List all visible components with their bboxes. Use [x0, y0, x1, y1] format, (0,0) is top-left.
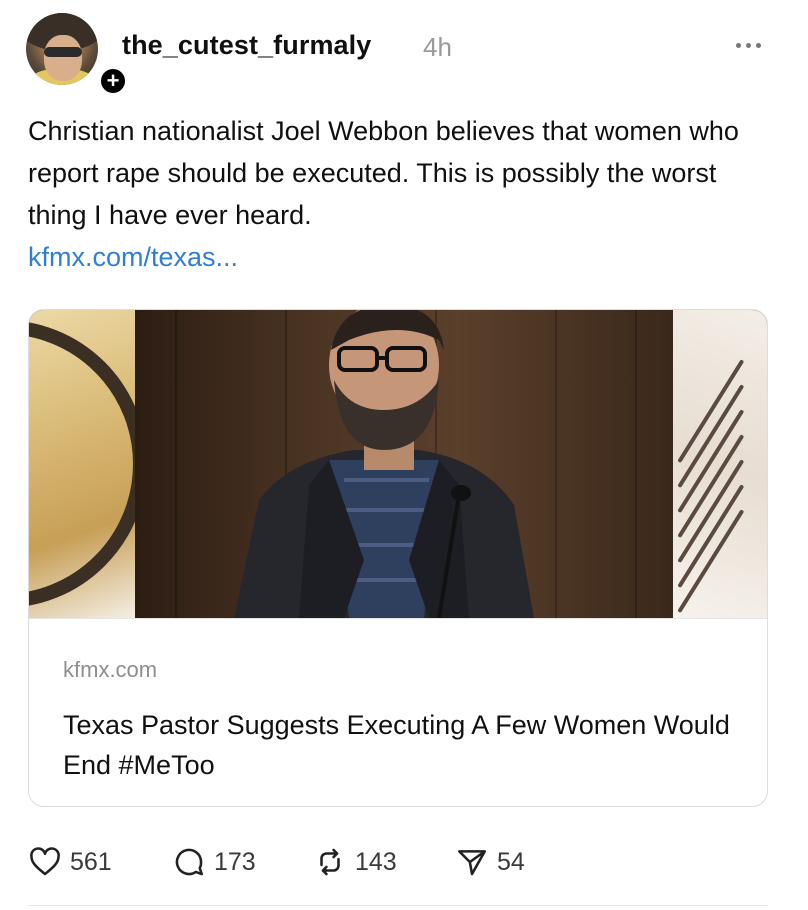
- username[interactable]: the_cutest_furmaly: [122, 30, 371, 61]
- repost-button[interactable]: 143: [313, 838, 397, 886]
- link-domain: kfmx.com: [63, 657, 158, 682]
- reply-button[interactable]: 173: [172, 838, 256, 886]
- gold-book-edge-image: [29, 310, 147, 618]
- link-title: Texas Pastor Suggests Executing A Few Wo…: [63, 710, 730, 780]
- action-bar: 561 173 143 54: [28, 838, 768, 886]
- timestamp: 4h: [423, 32, 452, 62]
- heart-icon: [30, 847, 60, 876]
- avatar-image: [26, 13, 98, 85]
- like-button[interactable]: 561: [28, 838, 112, 886]
- reply-count: 173: [214, 847, 256, 876]
- avatar[interactable]: +: [26, 13, 128, 96]
- comment-bubble-icon: [175, 848, 204, 876]
- like-count: 561: [70, 847, 112, 876]
- post-link[interactable]: kfmx.com/texas...: [28, 236, 238, 278]
- link-preview-card[interactable]: kfmx.com Texas Pastor Suggests Executing…: [28, 309, 768, 807]
- bible-text-image: [673, 310, 767, 618]
- link-preview-image: [29, 310, 767, 618]
- divider: [28, 905, 768, 906]
- share-count: 54: [497, 847, 525, 876]
- repost-count: 143: [355, 847, 397, 876]
- repost-arrows-icon: [320, 848, 340, 876]
- share-button[interactable]: 54: [455, 838, 525, 886]
- speaker-photo: [234, 310, 534, 618]
- thread-post: + the_cutest_furmaly 4h Christian nation…: [0, 0, 808, 910]
- post-text: Christian nationalist Joel Webbon believ…: [28, 116, 739, 230]
- follow-plus-icon[interactable]: +: [98, 66, 128, 96]
- more-horizontal-icon[interactable]: [734, 36, 764, 56]
- link-preview-details: kfmx.com Texas Pastor Suggests Executing…: [29, 618, 767, 806]
- send-icon: [457, 850, 487, 876]
